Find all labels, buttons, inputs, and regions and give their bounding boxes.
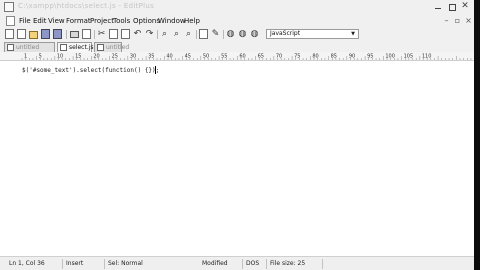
replace-icon[interactable]: ⌕ bbox=[172, 29, 181, 39]
file-icon bbox=[60, 44, 67, 51]
chevron-down-icon: ▼ bbox=[351, 31, 355, 37]
menu-bar: File Edit View Format Project Tools Opti… bbox=[0, 14, 474, 28]
new-file-icon[interactable] bbox=[5, 29, 14, 39]
toolbar-separator bbox=[94, 30, 95, 39]
file-icon bbox=[7, 44, 14, 51]
ruler-label: 55 bbox=[221, 54, 227, 60]
window-title: C:\xampp\htdocs\select.js - EditPlus bbox=[18, 2, 155, 10]
browser-settings-icon[interactable]: ◍ bbox=[238, 29, 247, 39]
menu-view[interactable]: View bbox=[48, 14, 65, 28]
toolbar-separator bbox=[66, 30, 67, 39]
ruler-label: 1 bbox=[24, 54, 27, 60]
text-editor[interactable]: $('#some_text').select(function() {}); bbox=[0, 61, 474, 256]
mdi-close-button[interactable]: × bbox=[464, 16, 473, 25]
word-wrap-icon[interactable] bbox=[199, 29, 208, 39]
menu-project[interactable]: Project bbox=[90, 14, 114, 28]
syntax-dropdown[interactable]: JavaScript ▼ bbox=[266, 29, 359, 39]
status-empty-panel bbox=[322, 259, 472, 269]
ruler-label: 30 bbox=[130, 54, 136, 60]
ruler-label: 110 bbox=[422, 54, 432, 60]
ruler-label: 10 bbox=[57, 54, 63, 60]
status-bar: Ln 1, Col 36 Insert Sel: Normal Modified… bbox=[0, 256, 474, 270]
screen: C:\xampp\htdocs\select.js - EditPlus ✕ F… bbox=[0, 0, 480, 270]
find-icon[interactable]: ⌕ bbox=[160, 29, 169, 39]
ruler-label: 100 bbox=[385, 54, 395, 60]
ruler-label: 25 bbox=[112, 54, 118, 60]
screen-edge bbox=[474, 0, 480, 270]
menu-format[interactable]: Format bbox=[66, 14, 91, 28]
ruler-label: 80 bbox=[312, 54, 318, 60]
ruler-label: 15 bbox=[75, 54, 81, 60]
minimize-button[interactable] bbox=[432, 1, 444, 12]
status-file-size: File size: 25 bbox=[266, 259, 321, 269]
tab-label: untitled bbox=[106, 44, 130, 51]
browser-icon[interactable]: ◍ bbox=[226, 29, 235, 39]
ruler-scale: 1 5 10 15 20 25 30 35 40 45 50 55 60 65 70 75 80 85 90 95 10… bbox=[21, 54, 472, 60]
file-icon bbox=[97, 44, 104, 51]
ruler-label: 50 bbox=[203, 54, 209, 60]
status-cursor-position: Ln 1, Col 36 bbox=[9, 260, 45, 267]
redo-icon[interactable]: ↷ bbox=[145, 29, 154, 39]
close-button[interactable]: ✕ bbox=[459, 1, 471, 12]
ruler-label: 65 bbox=[258, 54, 264, 60]
status-selection-mode[interactable]: Sel: Normal bbox=[104, 259, 196, 269]
ruler-label: 105 bbox=[404, 54, 414, 60]
tab-label: untitled bbox=[16, 44, 40, 51]
print-icon[interactable] bbox=[70, 31, 79, 38]
ruler-label: 45 bbox=[185, 54, 191, 60]
undo-icon[interactable]: ↶ bbox=[133, 29, 142, 39]
tab-untitled[interactable]: untitled bbox=[94, 42, 129, 52]
menu-options[interactable]: Options bbox=[133, 14, 160, 28]
editor-window: C:\xampp\htdocs\select.js - EditPlus ✕ F… bbox=[0, 0, 474, 270]
print-preview-icon[interactable] bbox=[82, 29, 91, 39]
status-line-format[interactable]: DOS bbox=[242, 259, 266, 269]
toolbar-separator bbox=[157, 30, 158, 39]
ruler-label: 5 bbox=[39, 54, 42, 60]
open-folder-icon[interactable] bbox=[29, 31, 38, 39]
text-caret bbox=[155, 66, 156, 74]
ruler-label: 85 bbox=[331, 54, 337, 60]
menu-window[interactable]: Window bbox=[158, 14, 186, 28]
toolbar-separator bbox=[223, 30, 224, 39]
copy-icon[interactable] bbox=[109, 29, 118, 39]
mdi-minimize-button[interactable]: – bbox=[442, 16, 451, 25]
tools-icon[interactable]: ◍ bbox=[250, 29, 259, 39]
code-line-1[interactable]: $('#some_text').select(function() {}); bbox=[22, 66, 159, 75]
maximize-button[interactable] bbox=[446, 1, 458, 12]
menu-file[interactable]: File bbox=[19, 14, 31, 28]
menu-tools[interactable]: Tools bbox=[113, 14, 130, 28]
menu-help[interactable]: Help bbox=[184, 14, 200, 28]
save-icon[interactable] bbox=[41, 29, 50, 39]
ruler-label: 40 bbox=[166, 54, 172, 60]
new-html-icon[interactable] bbox=[17, 29, 26, 39]
document-icon bbox=[6, 16, 15, 26]
syntax-value: JavaScript bbox=[270, 30, 301, 37]
paste-icon[interactable] bbox=[121, 29, 130, 39]
cut-icon[interactable]: ✂ bbox=[97, 29, 106, 39]
column-ruler: 1 5 10 15 20 25 30 35 40 45 50 55 60 65 70 75 80 85 90 95 10… bbox=[0, 52, 474, 61]
mdi-restore-button[interactable]: ▫ bbox=[453, 16, 462, 25]
status-modified: Modified bbox=[202, 260, 228, 267]
save-all-icon[interactable] bbox=[53, 29, 62, 39]
app-icon bbox=[4, 2, 14, 12]
tab-select-js[interactable]: select.js * bbox=[57, 42, 98, 52]
ruler-label: 70 bbox=[276, 54, 282, 60]
ruler-label: 95 bbox=[367, 54, 373, 60]
ruler-label: 75 bbox=[294, 54, 300, 60]
menu-edit[interactable]: Edit bbox=[33, 14, 47, 28]
toolbar-separator bbox=[196, 30, 197, 39]
find-next-icon[interactable]: ⌕ bbox=[184, 29, 193, 39]
title-bar: C:\xampp\htdocs\select.js - EditPlus ✕ bbox=[0, 0, 474, 15]
tab-untitled[interactable]: untitled bbox=[4, 42, 55, 52]
ruler-label: 35 bbox=[148, 54, 154, 60]
ruler-icon[interactable]: ✎ bbox=[211, 29, 220, 39]
status-insert-mode[interactable]: Insert bbox=[62, 259, 100, 269]
ruler-label: 20 bbox=[93, 54, 99, 60]
toolbar: ✂ ↶ ↷ ⌕ ⌕ ⌕ ✎ ◍ ◍ ◍ JavaScript ▼ bbox=[0, 28, 474, 41]
ruler-label: 90 bbox=[349, 54, 355, 60]
ruler-label: 60 bbox=[239, 54, 245, 60]
